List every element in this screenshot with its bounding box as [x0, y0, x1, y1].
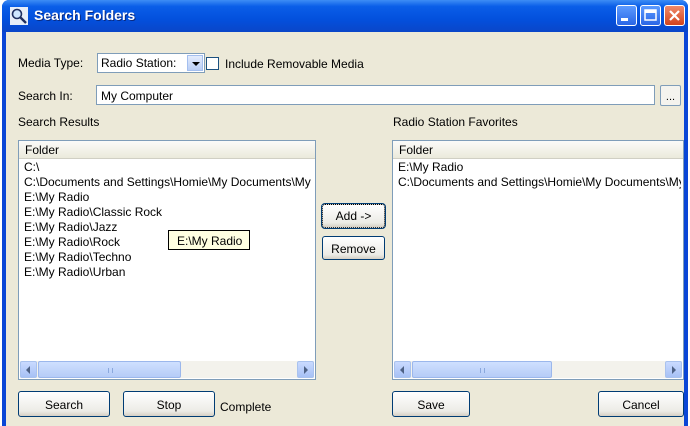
search-in-label: Search In:: [18, 89, 73, 103]
list-item[interactable]: E:\My Radio\Techno: [24, 250, 313, 265]
scroll-left-icon[interactable]: [394, 361, 411, 378]
list-item[interactable]: C:\Documents and Settings\Homie\My Docum…: [24, 175, 313, 190]
minimize-icon: [621, 18, 628, 21]
search-results-scrollbar[interactable]: [20, 361, 314, 378]
list-item[interactable]: C:\: [24, 160, 313, 175]
minimize-button[interactable]: [616, 5, 637, 26]
remove-button[interactable]: Remove: [322, 236, 385, 260]
search-button-label: Search: [44, 398, 84, 412]
stop-button[interactable]: Stop: [123, 391, 215, 417]
window: Search Folders Media Type: Radio Station…: [2, 0, 688, 426]
close-icon: [669, 10, 680, 21]
favorites-label: Radio Station Favorites: [393, 115, 518, 129]
include-removable-label[interactable]: Include Removable Media: [225, 57, 364, 71]
search-results-list[interactable]: Folder C:\ C:\Documents and Settings\Homi…: [18, 140, 316, 380]
folder-column-header: Folder: [25, 143, 60, 157]
chevron-down-icon[interactable]: [187, 55, 203, 71]
favorites-rows: E:\My Radio C:\Documents and Settings\Hom…: [398, 160, 681, 190]
title-bar[interactable]: Search Folders: [2, 0, 688, 32]
favorites-header[interactable]: Folder: [393, 141, 683, 159]
list-item[interactable]: E:\My Radio: [398, 160, 681, 175]
save-button[interactable]: Save: [392, 391, 470, 417]
list-item[interactable]: E:\My Radio: [24, 190, 313, 205]
add-button[interactable]: Add ->: [321, 203, 386, 229]
grip-icon: [108, 368, 113, 373]
cancel-button-label: Cancel: [622, 398, 660, 412]
search-button[interactable]: Search: [18, 391, 110, 417]
search-results-header[interactable]: Folder: [19, 141, 315, 159]
stop-button-label: Stop: [156, 398, 182, 412]
tooltip-text: E:\My Radio: [177, 234, 243, 248]
list-item[interactable]: E:\My Radio\Urban: [24, 265, 313, 280]
close-button[interactable]: [664, 5, 685, 26]
list-item[interactable]: C:\Documents and Settings\Homie\My Docum…: [398, 175, 681, 190]
media-type-select[interactable]: Radio Station:: [97, 53, 205, 73]
remove-button-label: Remove: [331, 242, 376, 256]
add-button-label: Add ->: [335, 209, 372, 223]
search-folder-icon: [10, 7, 28, 25]
favorites-scrollbar[interactable]: [394, 361, 682, 378]
scroll-thumb[interactable]: [412, 361, 552, 378]
favorites-list[interactable]: Folder E:\My Radio C:\Documents and Setti…: [392, 140, 684, 380]
scroll-left-icon[interactable]: [20, 361, 37, 378]
window-title: Search Folders: [34, 7, 136, 23]
scroll-thumb[interactable]: [38, 361, 181, 378]
search-results-label: Search Results: [18, 115, 100, 129]
status-text: Complete: [220, 400, 272, 414]
media-type-label: Media Type:: [18, 56, 84, 70]
maximize-icon: [644, 9, 657, 21]
tooltip: E:\My Radio: [168, 230, 250, 250]
dialog-body: Media Type: Radio Station: Include Remov…: [6, 32, 684, 426]
list-item[interactable]: E:\My Radio\Classic Rock: [24, 205, 313, 220]
scroll-right-icon[interactable]: [297, 361, 314, 378]
search-in-field[interactable]: My Computer: [96, 85, 655, 105]
maximize-button[interactable]: [640, 5, 661, 26]
search-in-value: My Computer: [101, 89, 174, 103]
grip-icon: [480, 368, 485, 373]
media-type-value: Radio Station:: [101, 56, 177, 70]
include-removable-checkbox[interactable]: [206, 57, 219, 70]
browse-button[interactable]: ...: [660, 85, 681, 106]
favorites-column-header: Folder: [399, 143, 434, 157]
save-button-label: Save: [417, 398, 445, 412]
cancel-button[interactable]: Cancel: [598, 391, 684, 417]
scroll-right-icon[interactable]: [665, 361, 682, 378]
search-results-rows: C:\ C:\Documents and Settings\Homie\My Do…: [24, 160, 313, 280]
